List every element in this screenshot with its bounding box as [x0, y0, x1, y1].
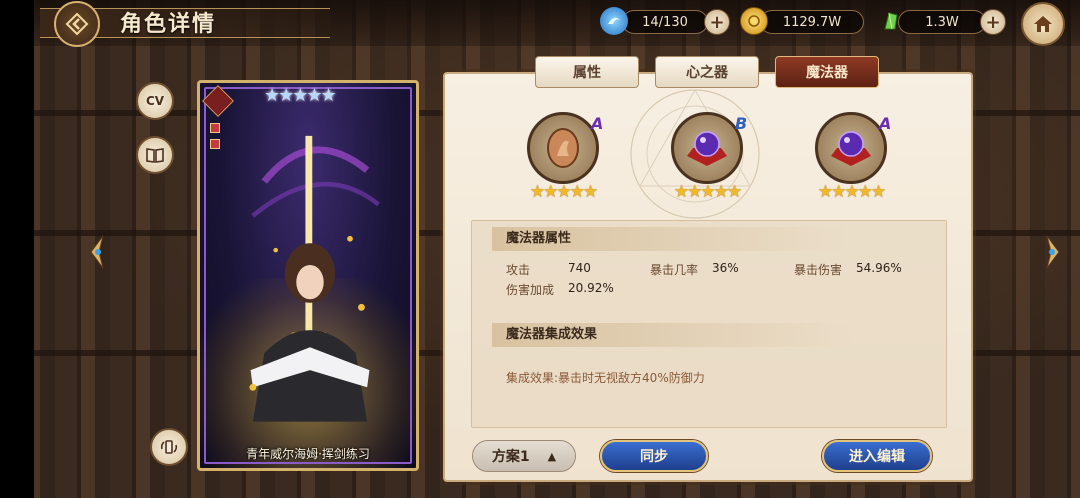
attribute-gem-icon: [210, 123, 220, 133]
sync-button[interactable]: 同步: [600, 440, 708, 472]
sync-label: 同步: [640, 449, 668, 465]
stat-value: 54.96%: [856, 261, 902, 275]
tab-label: 魔法器: [806, 65, 848, 81]
tab-label: 属性: [573, 65, 601, 81]
attribute-gem-icon: [210, 139, 220, 149]
artifact-grade: A: [879, 114, 892, 133]
cv-button[interactable]: CV: [136, 82, 174, 120]
gold-value: 1129.7W: [782, 14, 842, 30]
next-character-arrow[interactable]: [1042, 232, 1064, 272]
stat-label: 暴击伤害: [794, 263, 843, 277]
artifact-slot-3[interactable]: A ★★★★★: [811, 112, 891, 202]
game-background: 角色详情 14/130 + 1129.7W 1.3W + CV ★★★★★ 青年…: [0, 0, 1080, 498]
artifact-grade: A: [591, 114, 604, 133]
back-diamond-icon: [65, 12, 89, 36]
home-button[interactable]: [1021, 2, 1065, 46]
artifact-grade: B: [735, 114, 748, 133]
purple-orb-icon: [815, 112, 887, 184]
story-book-button[interactable]: [136, 136, 174, 174]
gold-coin-icon: [740, 7, 768, 35]
cameo-icon: [527, 112, 599, 184]
purple-orb-icon: [671, 112, 743, 184]
character-name: 青年威尔海姆·挥剑练习: [246, 447, 370, 461]
stat-value: 36%: [712, 261, 739, 275]
artifact-stars: ★★★★★: [529, 182, 598, 202]
attributes-box: 魔法器属性 攻击 740 暴击几率 36% 暴击伤害 54.96% 伤害加成 2…: [471, 220, 947, 428]
plan-selector[interactable]: 方案1 ▲: [472, 440, 576, 472]
gold-counter: 1129.7W: [760, 10, 864, 34]
artifact-stars: ★★★★★: [673, 182, 742, 202]
blue-swirl-icon: [600, 7, 628, 35]
triangle-up-icon: ▲: [547, 449, 557, 463]
stat-value: 740: [568, 261, 591, 275]
crystal-value: 1.3W: [925, 14, 959, 30]
artifact-stars: ★★★★★: [817, 182, 886, 202]
plan-label: 方案1: [491, 449, 530, 465]
add-stamina-button[interactable]: +: [704, 9, 730, 35]
stat-label: 暴击几率: [650, 263, 699, 277]
character-card[interactable]: ★★★★★ 青年威尔海姆·挥剑练习: [197, 80, 419, 471]
stat-label: 攻击: [506, 263, 531, 277]
previous-character-arrow[interactable]: [86, 232, 108, 272]
rotate-view-button[interactable]: [150, 428, 188, 466]
green-crystal-icon: [877, 7, 905, 35]
edit-label: 进入编辑: [849, 449, 905, 465]
crystal-counter: 1.3W: [898, 10, 986, 34]
stat-label: 伤害加成: [506, 283, 555, 297]
tab-label: 心之器: [686, 65, 728, 81]
artifact-slot-1[interactable]: A ★★★★★: [523, 112, 603, 202]
detail-panel: 属性 心之器 魔法器 A ★★★★★ B ★★★★★ A ★★★★★ 魔法器属性…: [443, 56, 973, 482]
chevron-right-icon: [1046, 235, 1060, 269]
edit-button[interactable]: 进入编辑: [822, 440, 932, 472]
stat-value: 20.92%: [568, 281, 614, 295]
stamina-counter: 14/130: [622, 10, 708, 34]
book-icon: [146, 148, 164, 163]
attributes-section-title: 魔法器属性: [492, 227, 852, 251]
chevron-left-icon: [90, 235, 104, 269]
set-effect-text: 集成效果:暴击时无视敌方40%防御力: [506, 371, 705, 385]
screen-edge: [0, 0, 34, 498]
set-effect-section-title: 魔法器集成效果: [492, 323, 852, 347]
back-button[interactable]: [54, 1, 100, 47]
home-icon: [1034, 16, 1052, 32]
rotate-icon: [160, 440, 178, 454]
stamina-value: 14/130: [642, 14, 688, 30]
cv-label: CV: [145, 94, 165, 108]
page-title: 角色详情: [120, 12, 217, 37]
artifact-slot-2[interactable]: B ★★★★★: [667, 112, 747, 202]
character-art: [249, 135, 380, 422]
card-rarity-stars: ★★★★★: [264, 85, 337, 106]
add-crystal-button[interactable]: +: [980, 9, 1006, 35]
